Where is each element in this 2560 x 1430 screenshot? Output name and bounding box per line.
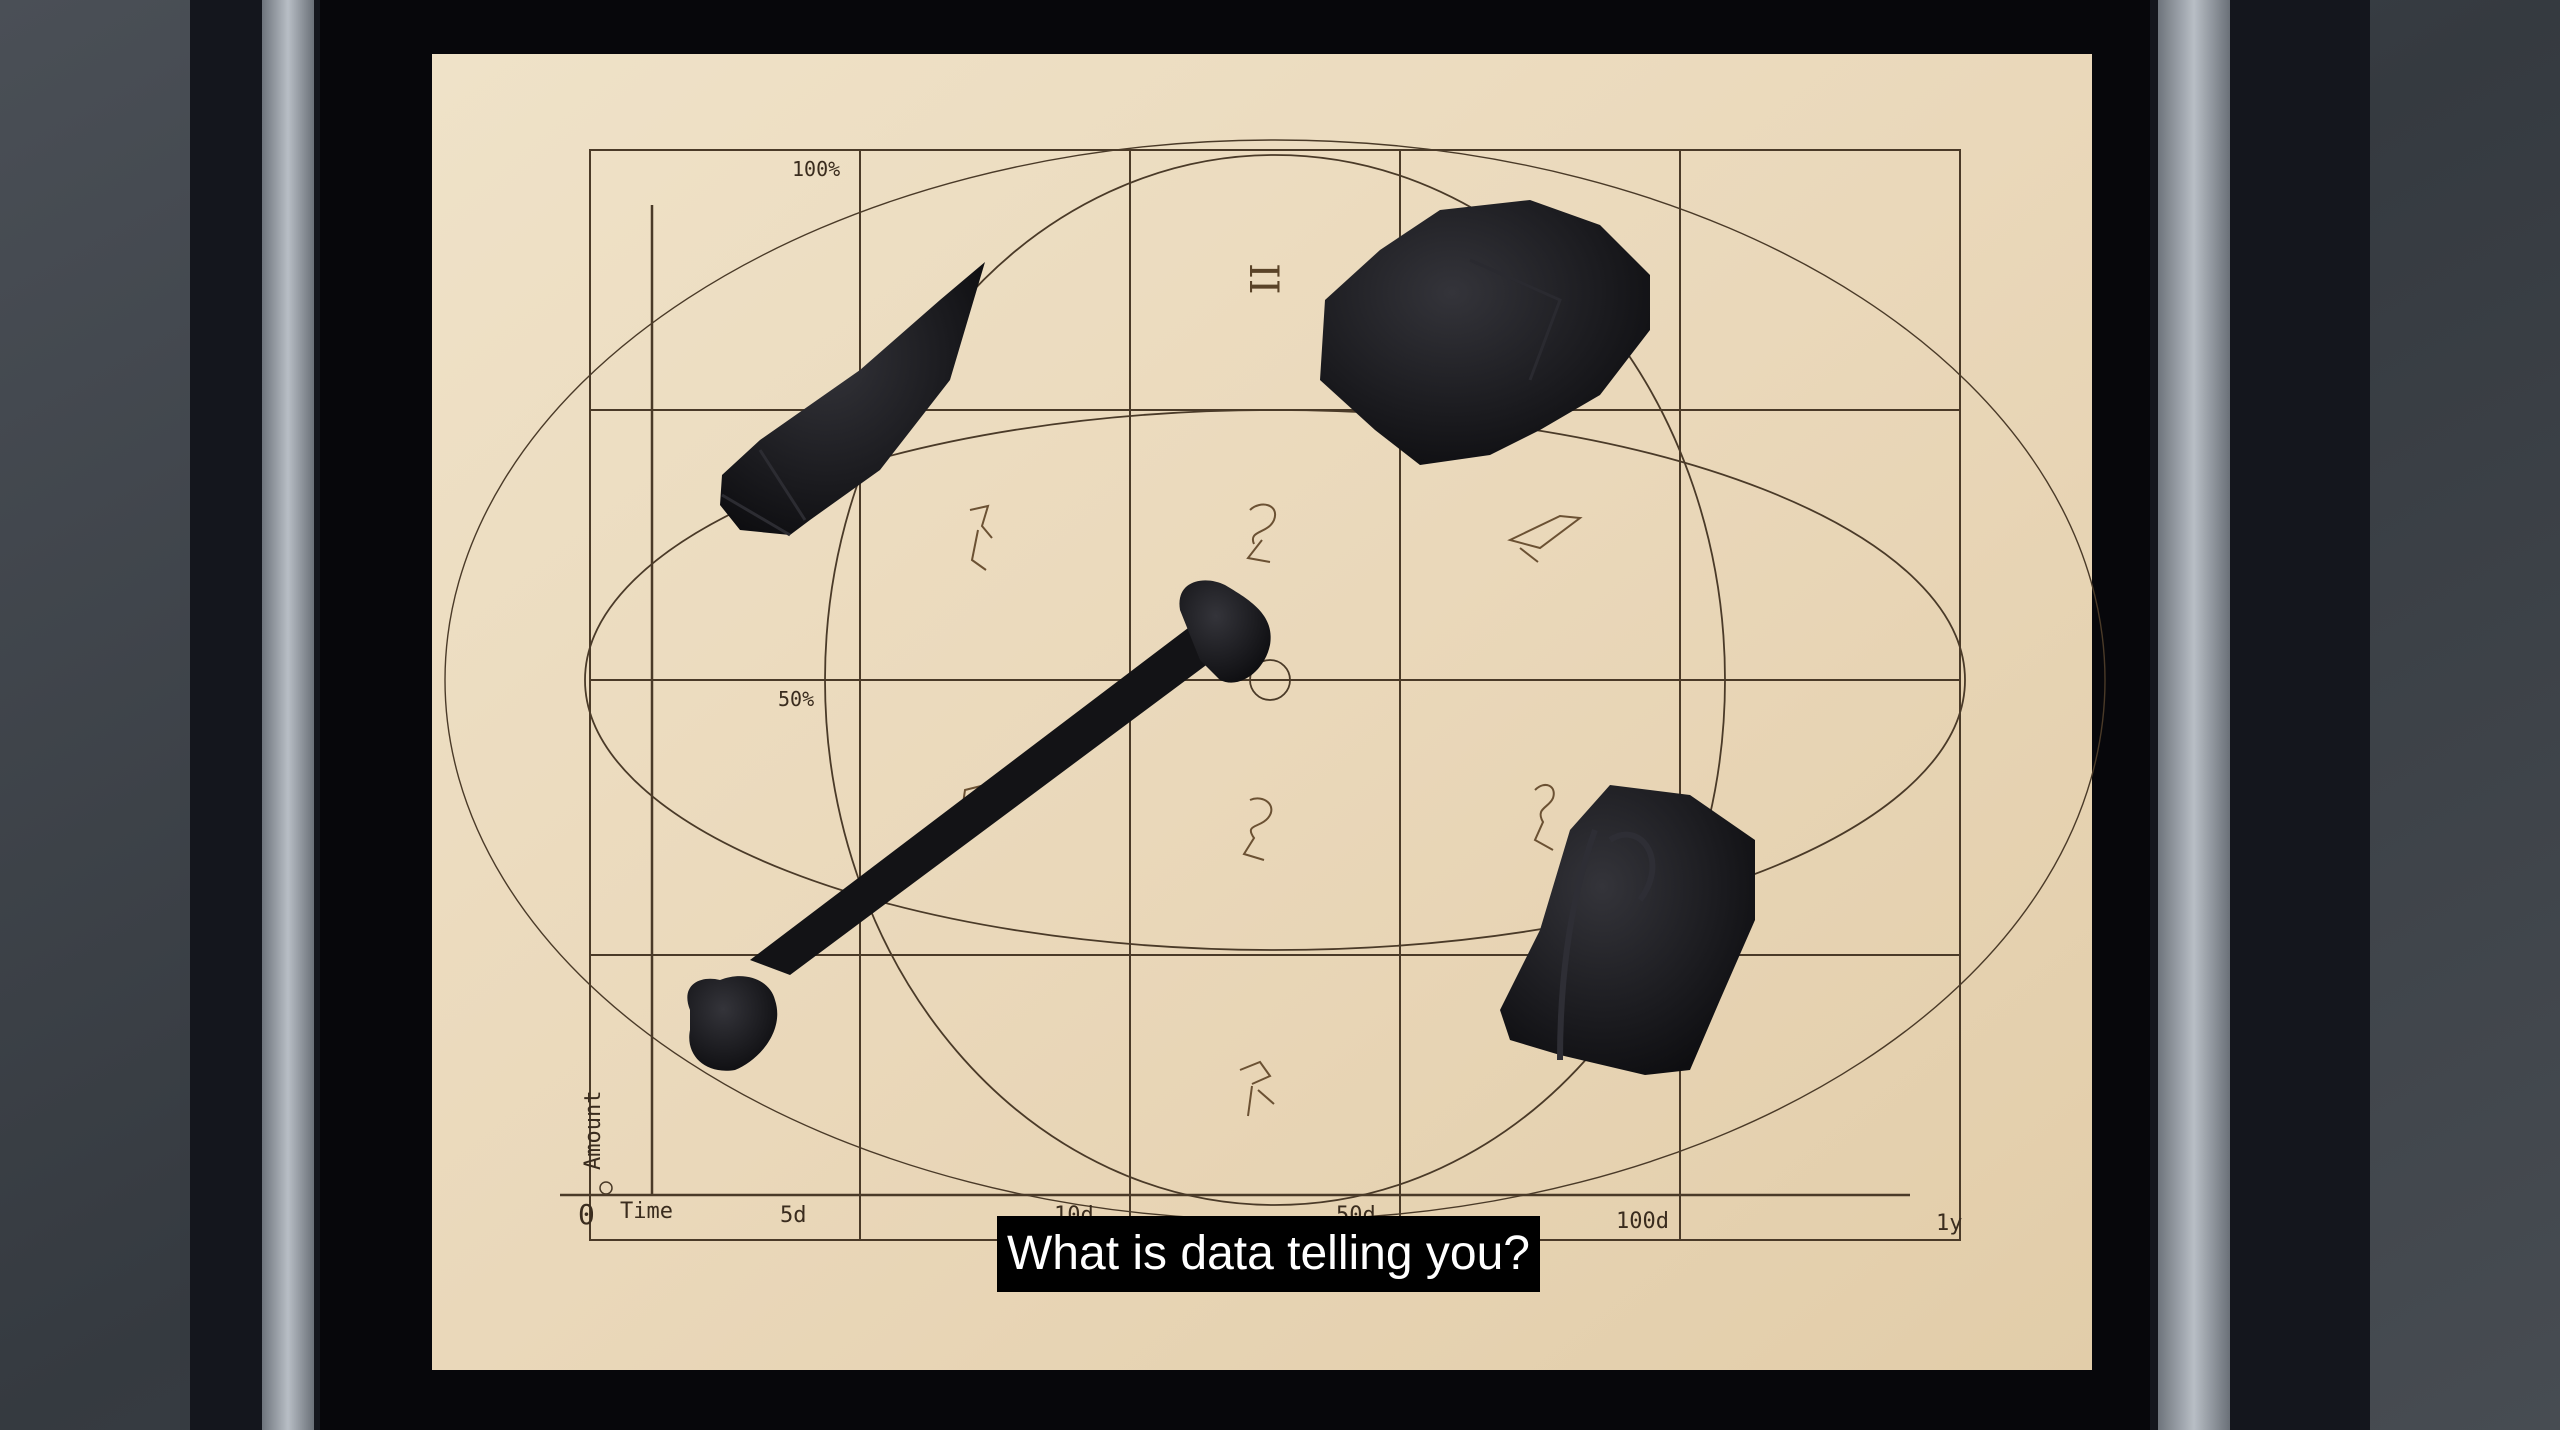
y-tick-50: 50%: [778, 687, 814, 711]
wooden-board: [432, 54, 2092, 1370]
x-axis-label: Time: [620, 1199, 673, 1224]
glyph-roman-two: II: [1240, 263, 1286, 295]
x-tick-5d: 5d: [780, 1203, 807, 1228]
x-axis-origin: 0: [578, 1198, 595, 1231]
y-axis-label: Amount: [581, 1091, 606, 1170]
caption-text: What is data telling you?: [1007, 1227, 1530, 1280]
x-tick-1y: 1y: [1936, 1211, 1963, 1236]
video-caption: What is data telling you?: [997, 1216, 1540, 1292]
x-tick-100d: 100d: [1616, 1209, 1669, 1234]
tray-rail-right: [2158, 0, 2230, 1430]
y-tick-100: 100%: [792, 157, 840, 181]
tray-rail-left: [262, 0, 314, 1430]
